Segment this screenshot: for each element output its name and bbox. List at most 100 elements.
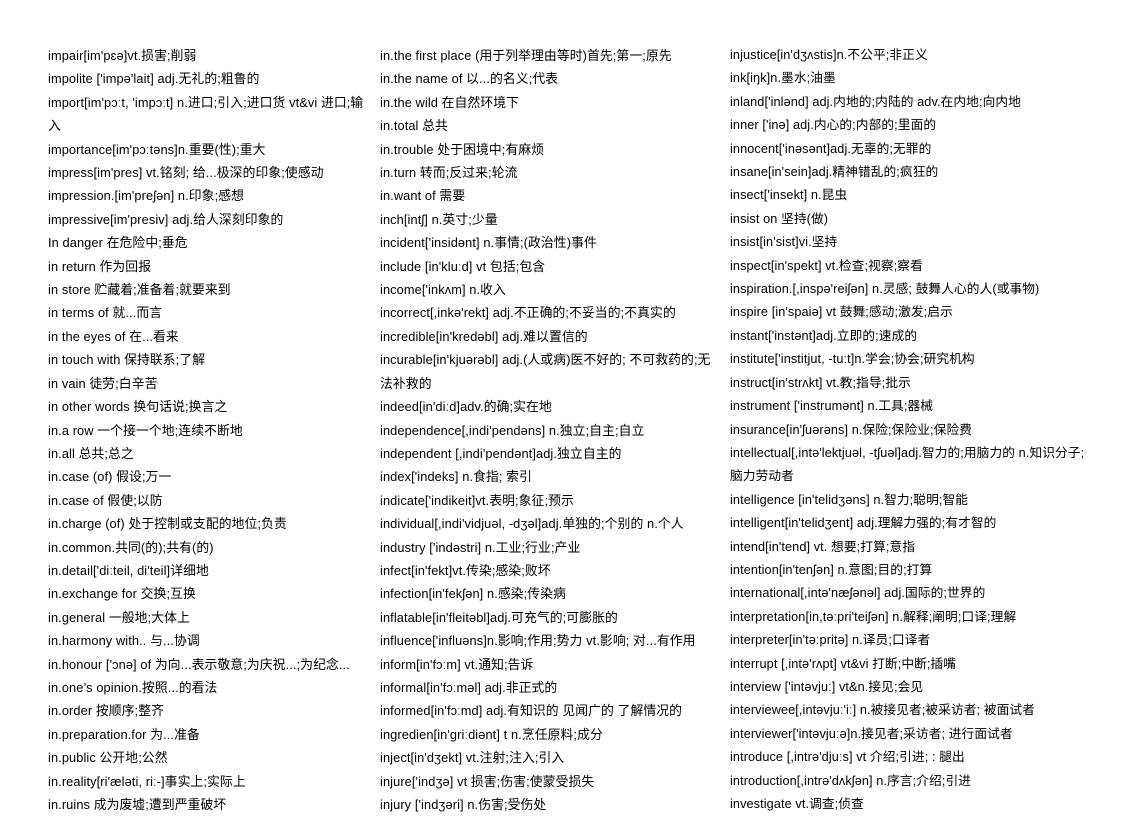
vocabulary-entry: ingredien[in'griːdiənt] t n.烹任原料;成分: [380, 726, 603, 742]
vocabulary-entry: importance[im'pɔːtəns]n.重要(性);重大: [48, 141, 266, 157]
vocabulary-entry: in.order 按顺序;整齐: [48, 703, 164, 719]
vocabulary-entry: ink[iŋk]n.墨水;油墨: [730, 71, 836, 86]
vocabulary-entry: injure['indʒə] vt 损害;伤害;使蒙受损失: [380, 773, 595, 789]
vocabulary-entry: introduce [,intrə'djuːs] vt 介绍;引进; : 腿出: [730, 750, 965, 765]
vocabulary-entry: in.turn 转而;反过来;轮流: [380, 165, 518, 181]
vocabulary-entry: in.one’s opinion.按照...的看法: [48, 679, 218, 695]
vocabulary-entry: injury ['indʒəri] n.伤害;受伤处: [380, 797, 547, 812]
vocabulary-entry: inner ['inə] adj.内心的;内部的;里面的: [730, 118, 937, 133]
vocabulary-entry: in.all 总共;总之: [48, 445, 134, 461]
vocabulary-entry: in the eyes of 在...看来: [48, 328, 179, 344]
vocabulary-column-2: in.the first place (用于列举理由等时)首先;第一;原先 in.…: [372, 44, 722, 816]
vocabulary-entry: influence['influəns]n.影响;作用;势力 vt.影响; 对.…: [380, 633, 696, 649]
vocabulary-entry: inspire [in'spaiə] vt 鼓舞;感动;激发;启示: [730, 305, 953, 320]
vocabulary-page: impair[im'pɛə]vt.损害;削弱 impolite ['impə'la…: [0, 0, 1123, 812]
vocabulary-entry: impolite ['impə'lait] adj.无礼的;粗鲁的: [48, 71, 260, 87]
vocabulary-entry: income['inkʌm] n.收入: [380, 282, 506, 298]
vocabulary-entry: insist[in'sist]vi.坚持: [730, 235, 838, 250]
vocabulary-entry: insist on 坚持(做): [730, 211, 829, 226]
vocabulary-entry: instruct[in'strʌkt] vt.教;指导;批示: [730, 375, 911, 390]
vocabulary-entry: insurance[in'ʃuərəns] n.保险;保险业;保险费: [730, 422, 973, 437]
vocabulary-entry: inspect[in'spekt] vt.检查;视察;察看: [730, 258, 923, 273]
vocabulary-entry: interviewer['intəvjuːə]n.接见者;采访者; 进行面试者: [730, 726, 1013, 741]
vocabulary-entry: in.general 一般地;大体上: [48, 609, 190, 625]
vocabulary-entry: incorrect[,inkə'rekt] adj.不正确的;不妥当的;不真实的: [380, 305, 676, 321]
vocabulary-entry: interrupt [,intə'rʌpt] vt&vi 打断;中断;插嘴: [730, 656, 957, 671]
vocabulary-entry: in other words 换句话说;换言之: [48, 399, 228, 415]
vocabulary-entry: in terms of 就...而言: [48, 305, 163, 321]
vocabulary-entry: instant['instənt]adj.立即的;速成的: [730, 328, 918, 343]
vocabulary-entry: in.a row 一个接一个地;连续不断地: [48, 422, 243, 438]
vocabulary-entry: indeed[in'diːd]adv.的确;实在地: [380, 399, 552, 415]
vocabulary-entry: impression.[im'preʃən] n.印象;感想: [48, 188, 245, 204]
vocabulary-entry: injustice[in'dʒʌstis]n.不公平;非正义: [730, 48, 928, 62]
vocabulary-entry: In danger 在危险中;垂危: [48, 235, 188, 251]
vocabulary-entry: individual[,indi'vidjuəl, -dʒəl]adj.单独的;…: [380, 516, 684, 532]
vocabulary-entry: international[,intə'næʃənəl] adj.国际的;世界的: [730, 586, 986, 601]
vocabulary-entry: incredible[in'kredəbl] adj.难以置信的: [380, 328, 588, 344]
vocabulary-entry: in.detail['diːteil, di'teil]详细地: [48, 562, 209, 578]
vocabulary-entry: in.preparation.for 为...准备: [48, 726, 200, 742]
vocabulary-entry: intention[in'tenʃən] n.意图;目的;打算: [730, 562, 933, 577]
vocabulary-entry: index['indeks] n.食指; 索引: [380, 469, 532, 485]
vocabulary-entry: innocent['inəsənt]adj.无辜的;无罪的: [730, 141, 932, 156]
vocabulary-entry: inland['inlənd] adj.内地的;内陆的 adv.在内地;向内地: [730, 94, 1021, 109]
vocabulary-entry: in.the wild 在自然环境下: [380, 94, 520, 110]
vocabulary-entry: investigate vt.调查;侦查: [730, 797, 864, 811]
vocabulary-entry: in return 作为回报: [48, 258, 152, 274]
vocabulary-entry: inch[intʃ] n.英寸;少量: [380, 211, 498, 227]
vocabulary-entry: informal[in'fɔːməl] adj.非正式的: [380, 679, 558, 695]
vocabulary-entry: interviewee[,intəvjuː'iː] n.被接见者;被采访者; 被…: [730, 703, 1035, 718]
vocabulary-columns: impair[im'pɛə]vt.损害;削弱 impolite ['impə'la…: [20, 44, 1103, 816]
vocabulary-entry: in touch with 保持联系;了解: [48, 352, 206, 368]
vocabulary-entry: interpreter[in'təːpritə] n.译员;口译者: [730, 633, 931, 648]
vocabulary-entry: intend[in'tend] vt. 想要;打算;意指: [730, 539, 916, 554]
vocabulary-column-3: injustice[in'dʒʌstis]n.不公平;非正义 ink[iŋk]n.…: [722, 44, 1095, 816]
vocabulary-entry: in.the name of 以...的名义;代表: [380, 71, 559, 87]
vocabulary-entry: informed[in'fɔːmd] adj.有知识的 见闻广的 了解情况的: [380, 703, 683, 719]
vocabulary-entry: incident['insidənt] n.事情;(政治性)事件: [380, 235, 597, 251]
vocabulary-entry: in.common.共同(的);共有(的): [48, 539, 214, 555]
vocabulary-entry: in.harmony with.. 与...协调: [48, 633, 200, 649]
vocabulary-entry: in.want of 需要: [380, 188, 466, 204]
vocabulary-entry: impressive[im'presiv] adj.给人深刻印象的: [48, 211, 284, 227]
vocabulary-entry: interpretation[in,təːpri'teiʃən] n.解释;阐明…: [730, 609, 1017, 624]
vocabulary-entry: in.public 公开地;公然: [48, 750, 168, 766]
vocabulary-entry: in.trouble 处于困境中;有麻烦: [380, 141, 545, 157]
vocabulary-entry: introduction[,intrə'dʌkʃən] n.序言;介绍;引进: [730, 773, 972, 788]
vocabulary-entry: intelligent[in'telidʒent] adj.理解力强的;有才智的: [730, 516, 997, 531]
vocabulary-column-1: impair[im'pɛə]vt.损害;削弱 impolite ['impə'la…: [20, 44, 372, 816]
vocabulary-entry: interview ['intəvjuː] vt&n.接见;会见: [730, 679, 924, 694]
vocabulary-entry: in vain 徒劳;白辛苦: [48, 375, 158, 391]
vocabulary-entry: in.exchange for 交换;互换: [48, 586, 196, 602]
vocabulary-entry: inspiration.[,inspə'reiʃən] n.灵感; 鼓舞人心的人…: [730, 282, 1040, 297]
vocabulary-entry: industry ['indəstri] n.工业;行业;产业: [380, 539, 581, 555]
vocabulary-entry: insane[in'sein]adj.精神错乱的;疯狂的: [730, 165, 939, 180]
vocabulary-entry: include [in'kluːd] vt 包括;包含: [380, 258, 546, 274]
vocabulary-entry: in.charge (of) 处于控制或支配的地位;负责: [48, 516, 287, 532]
vocabulary-entry: inject[in'dʒekt] vt.注射;注入;引入: [380, 750, 565, 766]
vocabulary-entry: in.case of 假使;以防: [48, 492, 163, 508]
vocabulary-entry: indicate['indikeit]vt.表明;象征;预示: [380, 492, 574, 508]
vocabulary-entry: in.total 总共: [380, 118, 448, 134]
vocabulary-entry: independence[,indi'pendəns] n.独立;自主;自立: [380, 422, 645, 438]
vocabulary-entry: inflatable[in'fleitəbl]adj.可充气的;可膨胀的: [380, 609, 618, 625]
vocabulary-entry: impress[im'pres] vt.铭刻; 给...极深的印象;使感动: [48, 165, 324, 181]
vocabulary-entry: incurable[in'kjuərəbl] adj.(人或病)医不好的; 不可…: [380, 352, 711, 391]
vocabulary-entry: infection[in'fekʃən] n.感染;传染病: [380, 586, 566, 602]
vocabulary-entry: in.case (of) 假设;万一: [48, 469, 172, 485]
vocabulary-entry: independent [,indi'pendənt]adj.独立自主的: [380, 445, 622, 461]
vocabulary-entry: intellectual[,intə'lektjuəl, -tʃuəl]adj.…: [730, 445, 1085, 484]
vocabulary-entry: in.the first place (用于列举理由等时)首先;第一;原先: [380, 48, 672, 63]
vocabulary-entry: impair[im'pɛə]vt.损害;削弱: [48, 48, 197, 63]
vocabulary-entry: inform[in'fɔːm] vt.通知;告诉: [380, 656, 534, 672]
vocabulary-entry: in.reality[ri'æləti, riː-]事实上;实际上: [48, 773, 246, 789]
vocabulary-entry: intelligence [in'telidʒəns] n.智力;聪明;智能: [730, 492, 969, 507]
vocabulary-entry: institute['institjut, -tuːt]n.学会;协会;研究机构: [730, 352, 975, 367]
vocabulary-entry: in.ruins 成为废墟;遭到严重破坏: [48, 797, 227, 812]
vocabulary-entry: in store 贮藏着;准备着;就要来到: [48, 282, 231, 298]
vocabulary-entry: infect[in'fekt]vt.传染;感染;败坏: [380, 562, 551, 578]
vocabulary-entry: import[im'pɔːt, 'impɔːt] n.进口;引入;进口货 vt&…: [48, 94, 364, 134]
vocabulary-entry: in.honour ['ɔnə] of 为向...表示敬意;为庆祝...;为纪念…: [48, 656, 350, 672]
vocabulary-entry: instrument ['instrumənt] n.工具;器械: [730, 399, 934, 414]
